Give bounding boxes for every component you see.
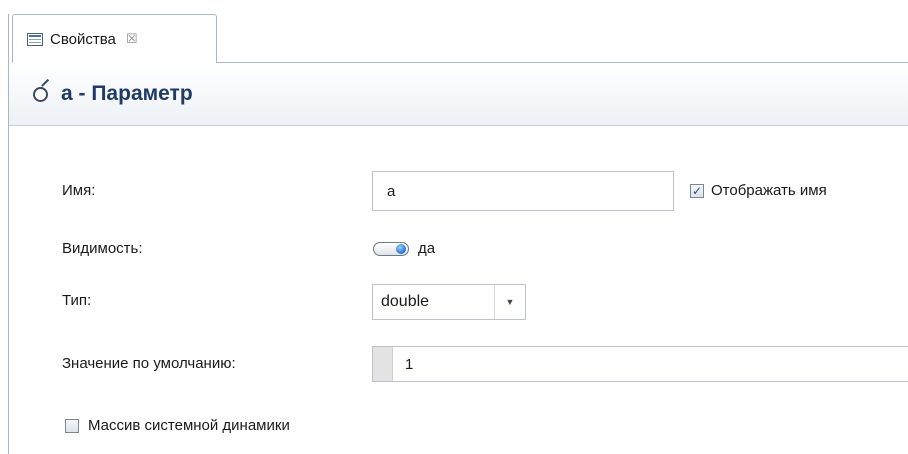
type-label: Тип: [62, 292, 92, 309]
sysdyn-array-checkbox[interactable]: Массив системной динамики [65, 417, 290, 434]
visibility-label: Видимость: [62, 240, 143, 257]
show-name-checkbox[interactable]: ✓ Отображать имя [690, 182, 827, 199]
tab-properties[interactable]: Свойства ☒ [12, 14, 217, 63]
show-name-label: Отображать имя [711, 182, 827, 199]
default-value-input[interactable]: 1 [372, 346, 908, 382]
top-bar [0, 0, 908, 14]
editor-gutter [373, 347, 393, 381]
toggle-switch-icon [373, 241, 409, 256]
default-value-label: Значение по умолчанию: [62, 355, 236, 372]
type-select[interactable]: double ▼ [372, 284, 526, 320]
name-input[interactable]: a [372, 171, 674, 211]
type-select-value: double [381, 293, 430, 310]
visibility-toggle[interactable]: да [373, 240, 435, 257]
tab-properties-label: Свойства [50, 30, 116, 48]
checkbox-unchecked-icon [65, 418, 79, 433]
parameter-icon [32, 78, 52, 104]
sysdyn-array-label: Массив системной динамики [88, 417, 290, 434]
chevron-down-icon[interactable]: ▼ [494, 285, 525, 319]
name-label: Имя: [62, 182, 96, 199]
name-input-value: a [387, 182, 396, 200]
properties-table-icon [27, 32, 43, 46]
page-title: a - Параметр [61, 82, 193, 105]
visibility-value: да [418, 240, 436, 257]
checkbox-checked-icon: ✓ [690, 183, 704, 198]
properties-header: a - Параметр [9, 63, 908, 126]
default-value-text: 1 [405, 355, 414, 373]
close-icon[interactable]: ☒ [126, 31, 138, 47]
